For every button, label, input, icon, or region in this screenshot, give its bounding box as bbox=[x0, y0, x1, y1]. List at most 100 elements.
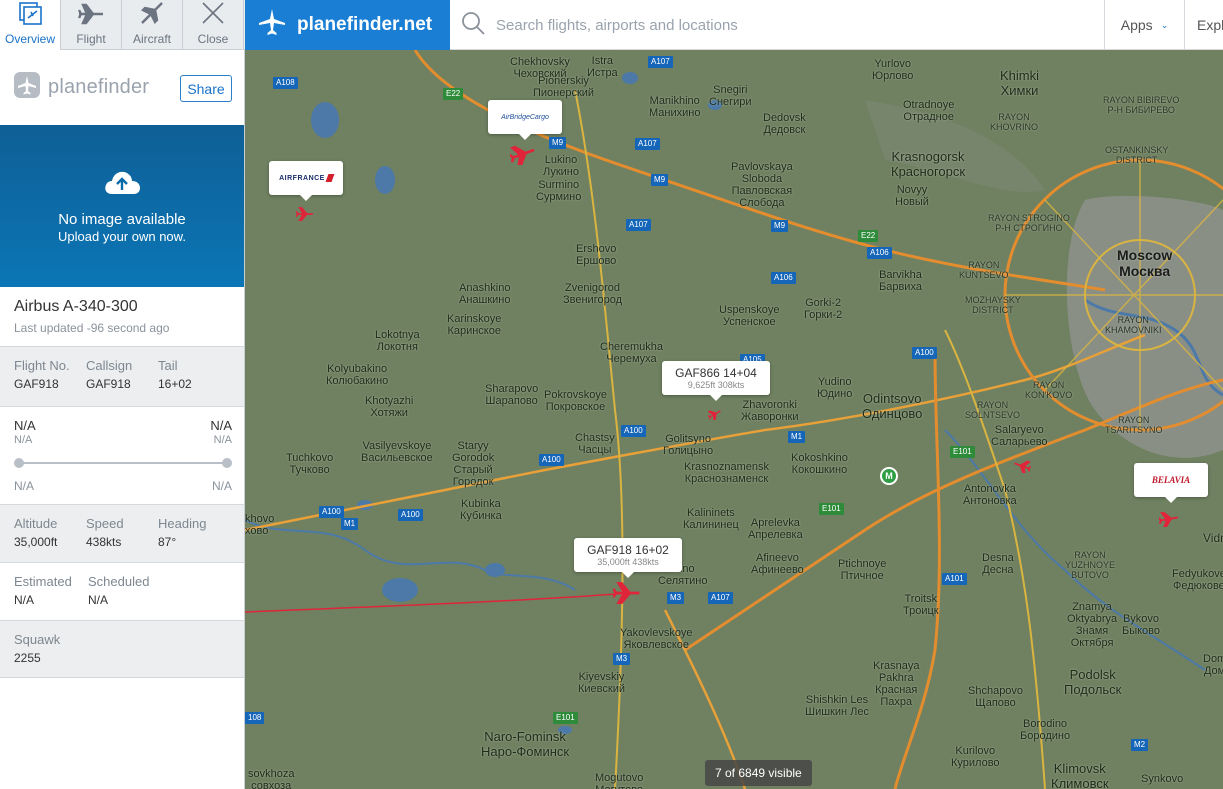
airfrance-logo-callout[interactable]: AIRFRANCE bbox=[269, 161, 343, 201]
place-znamya: Znamya Oktyabrya Знамя Октября bbox=[1067, 601, 1118, 649]
place-rayon-mozhaysky: MOZHAYSKY DISTRICT bbox=[965, 295, 1021, 315]
place-otradnoye: Otradnoye Отрадное bbox=[903, 99, 955, 123]
flight-no-label: Flight No. bbox=[14, 358, 70, 373]
plane-marker-icon[interactable] bbox=[296, 207, 314, 221]
place-rayon-konkovo: RAYON KON'KOVO bbox=[1025, 380, 1073, 400]
site-name: planefinder.net bbox=[297, 14, 433, 35]
place-kolyubakino: Kolyubakino Колюбакино bbox=[326, 363, 389, 387]
place-kalininets: Kalininets Калининец bbox=[683, 507, 739, 531]
place-desna: Desna Десна bbox=[982, 552, 1014, 576]
place-pionerskiy: Pionerskiy Пионерский bbox=[533, 75, 595, 99]
squawk-label: Squawk bbox=[14, 632, 61, 647]
place-moscow: Moscow Москва bbox=[1117, 247, 1173, 279]
flight-callout-gaf918[interactable]: GAF918 16+02 35,000ft 438kts bbox=[574, 538, 682, 578]
plane-marker-icon[interactable] bbox=[1159, 511, 1179, 527]
selected-plane-marker-icon[interactable] bbox=[613, 582, 641, 604]
place-naro-fominsk: Naro-Fominsk Наро-Фоминск bbox=[481, 729, 570, 759]
plane-marker-icon[interactable] bbox=[1013, 459, 1031, 473]
belavia-logo: BELAVIA bbox=[1151, 475, 1191, 485]
place-sovkhoza: sovkhoza совхоза bbox=[248, 768, 295, 789]
flight-details-panel: planefinder Share No image available Upl… bbox=[0, 50, 245, 789]
airbridgecargo-logo-callout[interactable]: AirBridgeCargo bbox=[488, 100, 562, 140]
squawk-block: Squawk 2255 bbox=[0, 620, 244, 678]
last-updated: Last updated -96 second ago bbox=[14, 321, 170, 335]
callsign-value: GAF918 bbox=[86, 377, 131, 391]
place-uspenskoye: Uspenskoye Успенское bbox=[719, 304, 780, 328]
apps-label: Apps bbox=[1120, 17, 1153, 33]
place-yakovlevskoye: Yakovlevskoye Яковлевское bbox=[620, 627, 693, 651]
app-root: Overview Flight Aircraft Close planefind… bbox=[0, 0, 1223, 789]
top-header: planefinder.net Apps ⌄ Expl bbox=[245, 0, 1223, 50]
aircraft-photo-placeholder[interactable]: No image available Upload your own now. bbox=[0, 125, 244, 287]
origin-sub: N/A bbox=[14, 434, 33, 446]
share-button[interactable]: Share bbox=[180, 75, 232, 102]
plane-marker-icon[interactable] bbox=[510, 143, 536, 165]
squawk-stat: Squawk 2255 bbox=[14, 632, 88, 677]
tab-flight[interactable]: Flight bbox=[61, 0, 122, 50]
dest-code: N/A bbox=[210, 418, 232, 433]
search-input[interactable] bbox=[496, 10, 1096, 40]
route-destination: N/A N/A bbox=[210, 418, 232, 446]
aircraft-info: Airbus A-340-300 Last updated -96 second… bbox=[0, 287, 244, 346]
place-borodino: Borodino Бородино bbox=[1020, 718, 1071, 742]
place-mogutovo: MogutovoМогутово bbox=[595, 772, 644, 789]
belavia-logo-callout[interactable]: BELAVIA bbox=[1134, 463, 1208, 503]
apps-menu-button[interactable]: Apps ⌄ bbox=[1104, 0, 1184, 50]
place-yurlovo: Yurlovo Юрлово bbox=[872, 58, 914, 82]
planefinder-logo-icon bbox=[14, 72, 40, 103]
place-ptichnoye: Ptichnoye Птичное bbox=[838, 558, 887, 582]
place-novyy: Novyy Новый bbox=[895, 184, 929, 208]
speed-stat: Speed 438kts bbox=[86, 516, 158, 562]
plane-marker-icon[interactable] bbox=[708, 408, 722, 420]
place-dedovsk: Dedovsk Дедовск bbox=[763, 112, 806, 136]
place-krasnogorsk: Krasnogorsk Красногорск bbox=[891, 149, 966, 179]
map-canvas[interactable]: A108 E22 A107 M9 A107 M9 M9 A107 E22 A10… bbox=[245, 50, 1223, 789]
route-origin: N/A N/A bbox=[14, 418, 36, 446]
gaf918-callsign: GAF918 16+02 bbox=[587, 543, 669, 557]
planefinder-net-logo[interactable]: planefinder.net bbox=[245, 0, 450, 50]
aircraft-type: Airbus A-340-300 bbox=[14, 298, 138, 315]
brand-name: planefinder bbox=[48, 76, 150, 98]
tab-close[interactable]: Close bbox=[183, 0, 244, 50]
place-tuchkovo: Tuchkovo Тучково bbox=[286, 452, 334, 476]
heading-label: Heading bbox=[158, 516, 207, 531]
route-start-dot bbox=[14, 458, 24, 468]
explore-menu-button[interactable]: Expl bbox=[1184, 0, 1223, 50]
tab-close-label: Close bbox=[197, 32, 229, 46]
place-rayon-solntsevo: RAYON SOLNTSEVO bbox=[965, 400, 1021, 420]
place-vasilyevskoye: Vasilyevskoye Васильевское bbox=[361, 440, 433, 464]
place-karinskoye: Karinskoye Каринское bbox=[447, 313, 502, 337]
place-rayon-yuzhnoye-butovo: RAYON YUZHNOYE BUTOVO bbox=[1065, 550, 1116, 580]
metro-station-icon[interactable]: M bbox=[880, 467, 898, 485]
route-end-dot bbox=[222, 458, 232, 468]
tail-stat: Tail 16+02 bbox=[158, 358, 230, 406]
flight-callout-gaf866[interactable]: GAF866 14+04 9,625ft 308kts bbox=[662, 361, 770, 401]
place-afineevo: Afineevo Афинеево bbox=[751, 552, 804, 576]
place-dom: Dom Дом bbox=[1203, 653, 1223, 677]
tab-aircraft[interactable]: Aircraft bbox=[122, 0, 183, 50]
tab-overview[interactable]: Overview bbox=[0, 0, 61, 50]
place-rayon-tsaritsyno: RAYON TSARITSYNO bbox=[1105, 415, 1163, 435]
speed-label: Speed bbox=[86, 516, 124, 531]
place-anashkino: Anashkino Анашкино bbox=[459, 282, 511, 306]
search-icon bbox=[460, 10, 486, 41]
route-progress-bar bbox=[19, 462, 227, 464]
tab-flight-label: Flight bbox=[76, 32, 106, 46]
gaf866-callsign: GAF866 14+04 bbox=[675, 366, 757, 380]
airbridgecargo-logo: AirBridgeCargo bbox=[501, 113, 549, 121]
place-khovo: khovo хово bbox=[245, 513, 275, 537]
place-synkovo: Synkovo bbox=[1141, 773, 1184, 785]
aircraft-icon bbox=[139, 0, 165, 32]
place-bykovo: Bykovo Быково bbox=[1122, 613, 1161, 637]
place-surmino: Surmino Сурмино bbox=[536, 179, 582, 203]
performance-block: Altitude 35,000ft Speed 438kts Heading 87° bbox=[0, 504, 244, 562]
place-istra: Istra Истра bbox=[587, 55, 618, 79]
plane-icon bbox=[77, 2, 105, 32]
place-pavlovskaya: Pavlovskaya Sloboda Павловская Слобода bbox=[731, 161, 793, 209]
brand-row: planefinder Share bbox=[0, 50, 244, 125]
place-lokotnya: Lokotnya Локотня bbox=[375, 329, 420, 353]
plane-logo-icon bbox=[257, 7, 287, 43]
place-chastsy: Chastsy Часцы bbox=[575, 432, 615, 456]
gaf866-alt-speed: 9,625ft 308kts bbox=[687, 380, 745, 390]
estimated-value: N/A bbox=[14, 593, 35, 607]
